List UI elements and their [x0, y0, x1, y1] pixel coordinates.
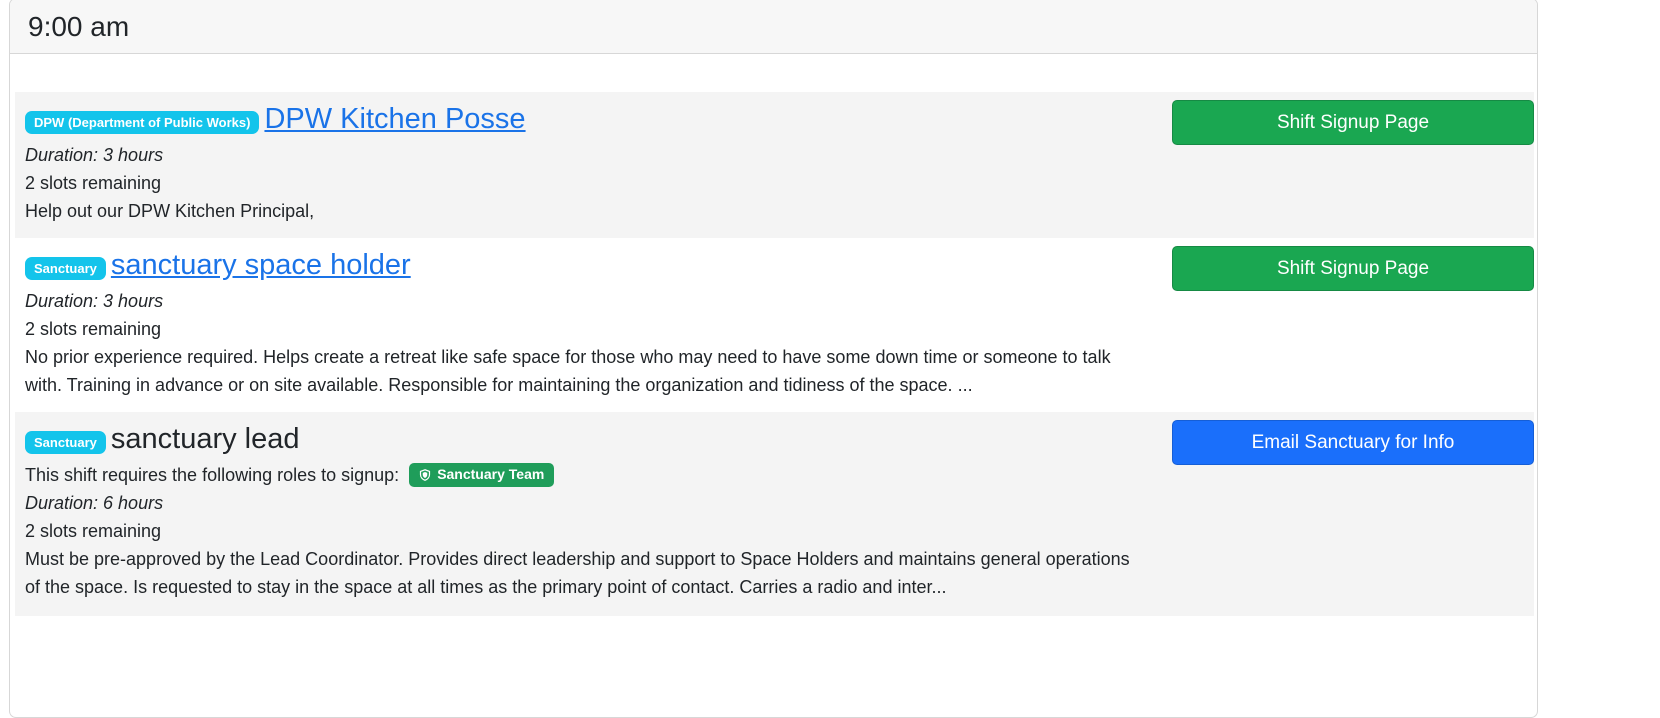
- shift-title-link[interactable]: DPW Kitchen Posse: [264, 103, 525, 136]
- shift-row: DPW (Department of Public Works) DPW Kit…: [15, 92, 1534, 238]
- shift-signup-button[interactable]: Shift Signup Page: [1172, 100, 1534, 145]
- department-badge: DPW (Department of Public Works): [25, 111, 260, 135]
- department-badge: Sanctuary: [25, 431, 106, 455]
- shift-title-line: Sanctuary sanctuary space holder: [25, 249, 1145, 282]
- role-badge: Sanctuary Team: [409, 463, 555, 487]
- shift-duration: Duration: 3 hours: [25, 144, 164, 165]
- shift-row: Sanctuary sanctuary space holder Duratio…: [15, 238, 1534, 412]
- shift-card: 9:00 am DPW (Department of Public Works)…: [9, 0, 1538, 718]
- shift-description: Must be pre-approved by the Lead Coordin…: [25, 548, 1130, 597]
- shield-icon: [420, 468, 431, 481]
- shift-title-line: DPW (Department of Public Works) DPW Kit…: [25, 103, 1145, 136]
- card-header: 9:00 am: [10, 0, 1537, 54]
- shift-title-link[interactable]: sanctuary space holder: [111, 249, 411, 282]
- shift-slots: 2 slots remaining: [25, 520, 162, 541]
- shift-content: DPW (Department of Public Works) DPW Kit…: [25, 103, 1145, 225]
- department-badge: Sanctuary: [25, 257, 106, 281]
- shift-description: No prior experience required. Helps crea…: [25, 346, 1111, 395]
- shift-description: Help out our DPW Kitchen Principal,: [25, 200, 315, 221]
- shift-content: Sanctuary sanctuary space holder Duratio…: [25, 249, 1145, 399]
- shift-title: sanctuary lead: [110, 423, 300, 455]
- required-roles-text: This shift requires the following roles …: [25, 464, 400, 485]
- required-roles-line: This shift requires the following roles …: [25, 461, 1145, 489]
- role-badge-label: Sanctuary Team: [437, 466, 545, 483]
- shift-slots: 2 slots remaining: [25, 172, 162, 193]
- shift-content: Sanctuary sanctuary lead This shift requ…: [25, 423, 1145, 601]
- email-info-button[interactable]: Email Sanctuary for Info: [1172, 420, 1534, 465]
- shift-duration: Duration: 3 hours: [25, 290, 164, 311]
- shift-row: Sanctuary sanctuary lead This shift requ…: [15, 412, 1534, 616]
- shift-duration: Duration: 6 hours: [25, 492, 164, 513]
- shift-slots: 2 slots remaining: [25, 318, 162, 339]
- shift-list: DPW (Department of Public Works) DPW Kit…: [15, 92, 1534, 616]
- time-heading: 9:00 am: [28, 11, 130, 42]
- shift-signup-button[interactable]: Shift Signup Page: [1172, 246, 1534, 291]
- shift-title-line: Sanctuary sanctuary lead: [25, 423, 1145, 456]
